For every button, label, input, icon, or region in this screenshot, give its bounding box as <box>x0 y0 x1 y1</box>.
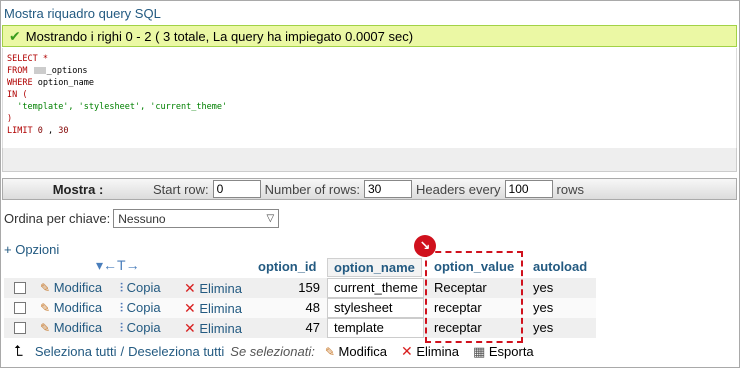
success-text: Mostrando i righi 0 - 2 ( 3 totale, La q… <box>25 28 414 44</box>
sort-label: Ordina per chiave: <box>4 211 111 226</box>
delete-label: Elimina <box>199 301 242 316</box>
corner-arrow-icon: ⮤ <box>14 343 23 360</box>
export-icon: ▦ <box>472 343 486 359</box>
bulk-delete-label: Elimina <box>416 344 459 359</box>
sql-query-box: SELECT * FROM _options WHERE option_name… <box>2 48 737 148</box>
delete-label: Elimina <box>199 321 242 336</box>
pencil-icon: ✎ <box>40 281 51 295</box>
delete-icon: ✕ <box>184 280 196 296</box>
select-separator: / <box>120 344 125 359</box>
sql-open-paren: ( <box>22 90 28 100</box>
show-sql-box-link[interactable]: Mostra riquadro query SQL <box>4 6 161 21</box>
bulk-export-label: Esporta <box>488 343 534 359</box>
bulk-edit-label: Modifica <box>338 344 387 359</box>
bulk-delete-button[interactable]: ✕ Elimina <box>401 343 459 360</box>
copy-icon: ⫶ <box>120 281 124 295</box>
option-value-highlight <box>425 251 523 343</box>
delete-action[interactable]: ✕ Elimina <box>184 320 242 337</box>
sql-in: IN <box>7 90 18 100</box>
cell-option-id[interactable]: 159 <box>260 280 320 295</box>
delete-icon: ✕ <box>184 320 196 336</box>
delete-action[interactable]: ✕ Elimina <box>184 280 242 297</box>
chevron-down-icon: ▽ <box>266 213 275 224</box>
delete-label: Elimina <box>199 281 242 296</box>
select-all-link[interactable]: Seleziona tutti <box>35 344 117 359</box>
copy-label: Copia <box>126 300 161 315</box>
col-option-name[interactable]: option_name <box>327 258 422 277</box>
edit-label: Modifica <box>53 300 103 315</box>
sql-limit: LIMIT <box>7 126 33 136</box>
cell-option-name[interactable]: current_theme <box>327 278 424 298</box>
copy-icon: ⫶ <box>120 321 124 335</box>
sql-where: WHERE <box>7 78 33 88</box>
delete-icon: ✕ <box>184 300 196 316</box>
sql-limit-start: 0 <box>37 126 43 136</box>
sql-close-paren: ) <box>7 114 13 124</box>
sort-key-select[interactable]: Nessuno ▽ <box>113 209 280 228</box>
edit-action[interactable]: ✎ Modifica <box>40 320 102 335</box>
sql-from: FROM <box>7 66 28 76</box>
navigation-bar: Mostra : Start row: Number of rows: Head… <box>2 178 737 200</box>
check-icon: ✔ <box>9 27 21 44</box>
copy-label: Copia <box>126 280 161 295</box>
cell-option-id[interactable]: 47 <box>260 320 320 335</box>
copy-action[interactable]: ⫶ Copia <box>120 280 161 296</box>
bulk-export-button[interactable]: ▦ Esporta <box>473 344 534 360</box>
edit-label: Modifica <box>53 280 103 295</box>
cell-option-name[interactable]: template <box>327 318 424 338</box>
headers-every-label: Headers every <box>416 181 501 197</box>
sql-where-col: option_name <box>37 78 95 88</box>
bulk-edit-button[interactable]: ✎ Modifica <box>325 344 387 359</box>
row-checkbox[interactable] <box>14 302 26 314</box>
cell-autoload[interactable]: yes <box>533 280 553 295</box>
sql-box-footer <box>2 148 737 172</box>
with-selected-label: Se selezionati: <box>230 344 315 359</box>
start-row-input[interactable] <box>212 180 261 198</box>
deselect-all-link[interactable]: Deseleziona tutti <box>128 344 224 359</box>
sort-by-key: Ordina per chiave: Nessuno ▽ <box>4 209 280 228</box>
redacted-prefix <box>33 67 46 74</box>
sql-values: 'template', 'stylesheet', 'current_theme… <box>17 102 228 112</box>
rows-label: rows <box>556 181 584 197</box>
headers-every-input[interactable] <box>504 180 553 198</box>
col-autoload[interactable]: autoload <box>533 259 587 274</box>
col-option-id[interactable]: option_id <box>258 259 317 274</box>
options-link[interactable]: + Opzioni <box>4 242 59 257</box>
cell-autoload[interactable]: yes <box>533 300 553 315</box>
delete-icon: ✕ <box>400 343 413 359</box>
num-rows-input[interactable] <box>364 180 412 198</box>
pencil-icon: ✎ <box>40 321 51 335</box>
cell-autoload[interactable]: yes <box>533 320 553 335</box>
success-message: ✔ Mostrando i righi 0 - 2 ( 3 totale, La… <box>2 25 737 47</box>
delete-action[interactable]: ✕ Elimina <box>184 300 242 317</box>
sql-limit-sep: , <box>47 126 54 136</box>
edit-action[interactable]: ✎ Modifica <box>40 300 102 315</box>
sql-table: _options <box>46 66 88 76</box>
row-checkbox[interactable] <box>14 322 26 334</box>
edit-action[interactable]: ✎ Modifica <box>40 280 102 295</box>
edit-label: Modifica <box>53 320 103 335</box>
column-arrows-icon[interactable]: ▾←T→ <box>96 257 140 274</box>
sort-key-value: Nessuno <box>118 211 166 226</box>
cell-option-name[interactable]: stylesheet <box>327 298 424 318</box>
copy-icon: ⫶ <box>120 301 124 315</box>
row-checkbox[interactable] <box>14 282 26 294</box>
copy-action[interactable]: ⫶ Copia <box>120 320 161 336</box>
pencil-icon: ✎ <box>324 345 335 359</box>
cell-option-id[interactable]: 48 <box>260 300 320 315</box>
copy-action[interactable]: ⫶ Copia <box>120 300 161 316</box>
sql-select: SELECT <box>7 54 38 64</box>
sql-limit-count: 30 <box>58 126 69 136</box>
arrow-down-right-icon: ↘ <box>414 235 436 257</box>
show-label: Mostra : <box>52 181 104 197</box>
sql-star: * <box>42 54 48 64</box>
copy-label: Copia <box>126 320 161 335</box>
pencil-icon: ✎ <box>40 301 51 315</box>
start-row-label: Start row: <box>153 181 209 197</box>
bulk-actions-bar: ⮤ Seleziona tutti / Deseleziona tutti Se… <box>14 343 534 360</box>
num-rows-label: Number of rows: <box>264 181 360 197</box>
